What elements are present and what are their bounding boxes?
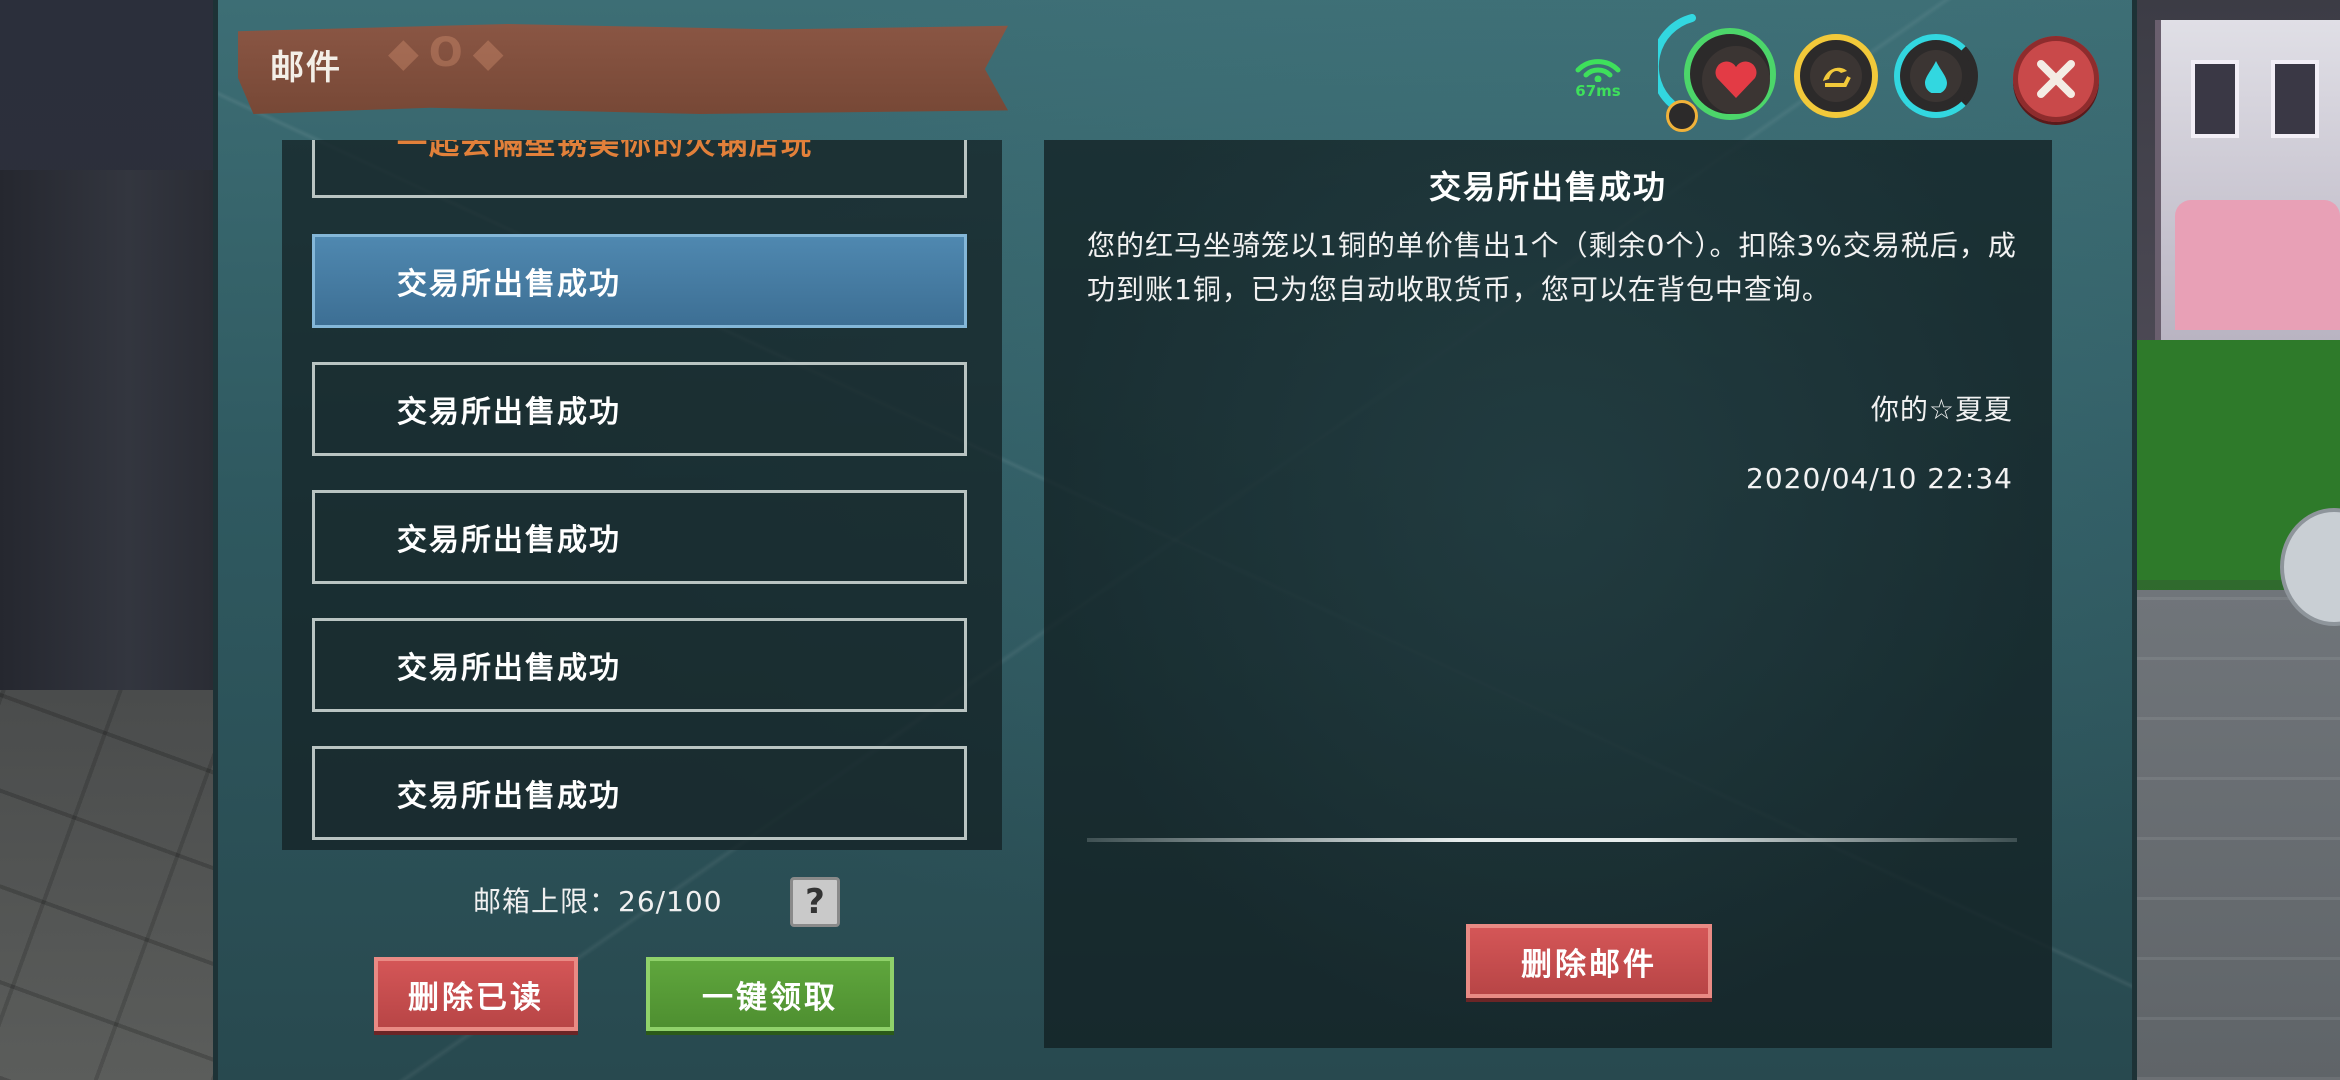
stamina-icon — [1823, 67, 1851, 87]
mail-date: 2020/04/10 22:34 — [1746, 462, 2013, 495]
pink-shop — [2175, 200, 2340, 330]
stamina-gauge[interactable] — [1794, 34, 1878, 118]
claim-all-button[interactable]: 一键领取 — [646, 957, 894, 1031]
mail-list-item[interactable]: 交易所出售成功 — [312, 490, 967, 584]
page-title: 邮件 — [270, 48, 342, 88]
mail-panel: ◆O◆ 邮件 67ms 一起去隔壁锈美你的火锅店玩 交易所出售成功 交易所出售成… — [213, 0, 2137, 1080]
close-icon — [2037, 60, 2075, 98]
mail-detail-body: 您的红马坐骑笼以1铜的单价售出1个（剩余0个）。扣除3%交易税后，成功到账1铜，… — [1087, 229, 2017, 306]
house-window — [2271, 60, 2319, 138]
water-gauge[interactable] — [1894, 34, 1978, 118]
health-arc — [1658, 14, 1696, 108]
house-window — [2191, 60, 2239, 138]
road — [2125, 590, 2340, 1080]
mail-list-item[interactable]: 交易所出售成功 — [312, 362, 967, 456]
mailbox-quota: 邮箱上限：26/100 — [473, 885, 723, 918]
wifi-icon — [1575, 59, 1621, 82]
network-status: 67ms — [1563, 50, 1633, 120]
mail-list-item[interactable]: 交易所出售成功 — [312, 746, 967, 840]
level-badge-icon — [1666, 100, 1698, 132]
mail-detail-title: 交易所出售成功 — [1428, 168, 1667, 206]
close-button[interactable] — [2013, 36, 2099, 122]
delete-mail-button[interactable]: 删除邮件 — [1466, 924, 1712, 998]
mail-list[interactable]: 一起去隔壁锈美你的火锅店玩 交易所出售成功 交易所出售成功 交易所出售成功 交易… — [282, 140, 1002, 850]
delete-read-button[interactable]: 删除已读 — [374, 957, 578, 1031]
stone-pillar — [0, 170, 215, 690]
ping-value: 67ms — [1575, 82, 1621, 100]
left-scenery — [0, 0, 215, 1080]
title-banner — [238, 24, 1008, 114]
mail-list-item-selected[interactable]: 交易所出售成功 — [312, 234, 967, 328]
stone-floor — [0, 690, 215, 1080]
help-button[interactable]: ? — [790, 877, 840, 927]
heart-icon — [1715, 61, 1757, 98]
mail-sender: 你的☆夏夏 — [1870, 393, 2013, 426]
divider — [1087, 838, 2017, 842]
mail-list-item[interactable]: 交易所出售成功 — [312, 618, 967, 712]
water-icon — [1925, 61, 1947, 93]
mail-list-item[interactable]: 一起去隔壁锈美你的火锅店玩 — [312, 140, 967, 198]
mail-detail: 交易所出售成功 您的红马坐骑笼以1铜的单价售出1个（剩余0个）。扣除3%交易税后… — [1044, 140, 2052, 1048]
banner-emblem: ◆O◆ — [388, 30, 514, 76]
